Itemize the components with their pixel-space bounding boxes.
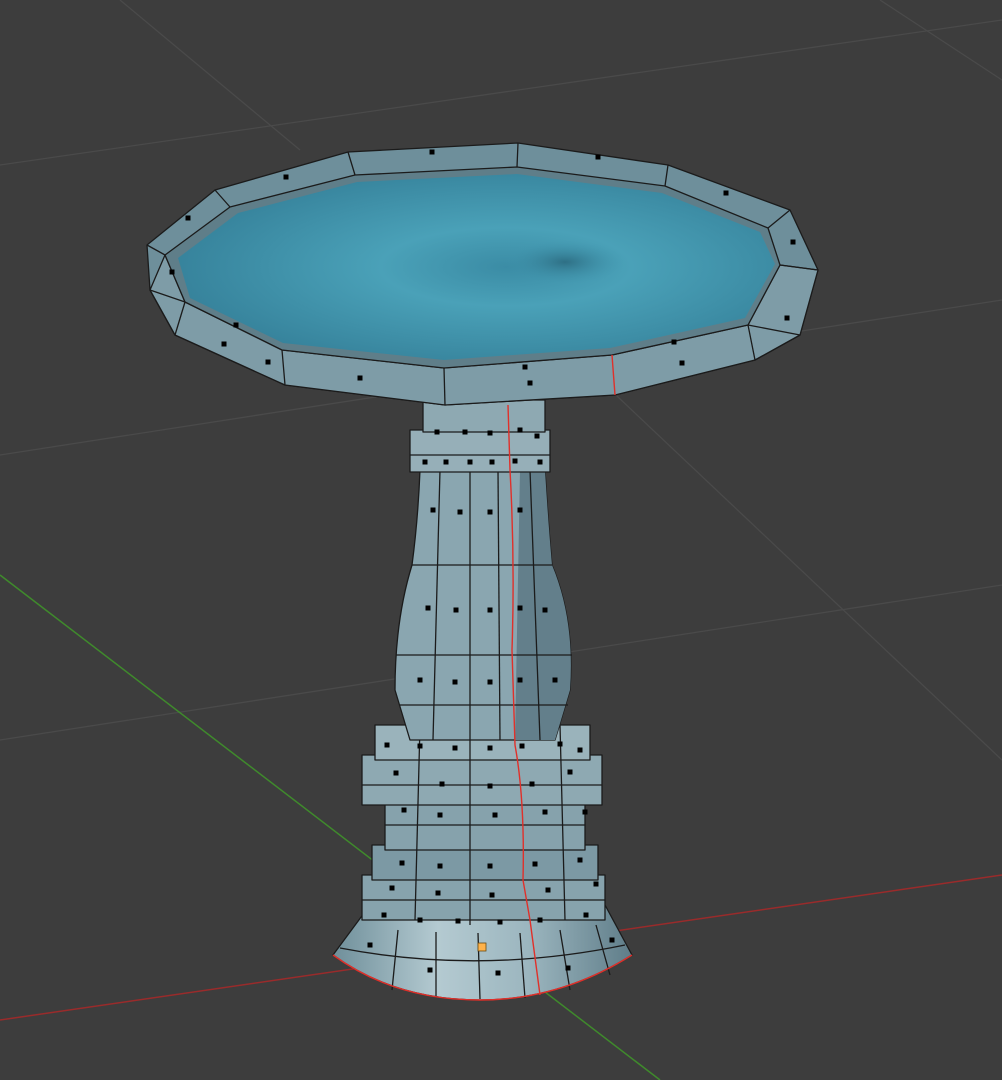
vertex[interactable]: [487, 509, 493, 515]
vertex[interactable]: [519, 743, 525, 749]
vertex[interactable]: [453, 607, 459, 613]
birdbath-mesh[interactable]: [146, 142, 819, 1001]
vertex[interactable]: [577, 857, 583, 863]
vertex[interactable]: [567, 769, 573, 775]
vertex[interactable]: [435, 890, 441, 896]
vertex[interactable]: [723, 190, 729, 196]
vertex[interactable]: [457, 509, 463, 515]
vertex[interactable]: [429, 149, 435, 155]
vertex[interactable]: [487, 430, 493, 436]
vertex[interactable]: [462, 429, 468, 435]
vertex[interactable]: [221, 341, 227, 347]
vertex[interactable]: [452, 679, 458, 685]
vertex[interactable]: [527, 380, 533, 386]
vertex[interactable]: [381, 912, 387, 918]
vertex[interactable]: [425, 605, 431, 611]
vertex[interactable]: [487, 607, 493, 613]
vertex[interactable]: [455, 918, 461, 924]
vertex[interactable]: [542, 607, 548, 613]
collar-upper[interactable]: [409, 429, 551, 473]
vertex[interactable]: [497, 919, 503, 925]
vertex[interactable]: [495, 970, 501, 976]
vertex[interactable]: [283, 174, 289, 180]
vertex[interactable]: [671, 339, 677, 345]
vertex[interactable]: [393, 770, 399, 776]
vertex[interactable]: [185, 215, 191, 221]
vertex[interactable]: [233, 322, 239, 328]
vertex[interactable]: [434, 429, 440, 435]
vertex[interactable]: [492, 812, 498, 818]
shaft-shadow: [515, 470, 571, 740]
vertex[interactable]: [487, 783, 493, 789]
water-dimple: [505, 240, 625, 284]
vertex[interactable]: [430, 507, 436, 513]
vertex[interactable]: [517, 427, 523, 433]
vertex[interactable]: [367, 942, 373, 948]
vertex[interactable]: [467, 459, 473, 465]
vertex[interactable]: [384, 742, 390, 748]
vertex[interactable]: [565, 965, 571, 971]
3d-viewport[interactable]: [0, 0, 1002, 1080]
vertex[interactable]: [489, 892, 495, 898]
vertex[interactable]: [422, 459, 428, 465]
vertex[interactable]: [517, 677, 523, 683]
vertex[interactable]: [517, 605, 523, 611]
vertex[interactable]: [542, 809, 548, 815]
vertex[interactable]: [522, 364, 528, 370]
vertex[interactable]: [417, 677, 423, 683]
vertex[interactable]: [577, 747, 583, 753]
vertex[interactable]: [582, 809, 588, 815]
vertex[interactable]: [545, 887, 551, 893]
active-vertex[interactable]: [477, 942, 487, 952]
vertex[interactable]: [452, 745, 458, 751]
vertex[interactable]: [529, 781, 535, 787]
vertex[interactable]: [790, 239, 796, 245]
vertex[interactable]: [583, 912, 589, 918]
vertex[interactable]: [609, 937, 615, 943]
vertex[interactable]: [427, 967, 433, 973]
vertex[interactable]: [557, 741, 563, 747]
vertex[interactable]: [593, 881, 599, 887]
vertex[interactable]: [265, 359, 271, 365]
vertex[interactable]: [437, 812, 443, 818]
vertex[interactable]: [512, 458, 518, 464]
vertex[interactable]: [487, 863, 493, 869]
vertex[interactable]: [784, 315, 790, 321]
vertex[interactable]: [534, 433, 540, 439]
vertex[interactable]: [552, 677, 558, 683]
vertex[interactable]: [357, 375, 363, 381]
lower-ring-1[interactable]: [361, 754, 603, 806]
vertex[interactable]: [487, 745, 493, 751]
vertex[interactable]: [401, 807, 407, 813]
viewport-canvas[interactable]: [0, 0, 1002, 1080]
vertex[interactable]: [487, 679, 493, 685]
vertex[interactable]: [443, 459, 449, 465]
vertex[interactable]: [679, 360, 685, 366]
lower-ring-3[interactable]: [361, 874, 606, 921]
vertex[interactable]: [389, 885, 395, 891]
vertex[interactable]: [517, 507, 523, 513]
vertex[interactable]: [417, 917, 423, 923]
vertex[interactable]: [399, 860, 405, 866]
vertex[interactable]: [537, 459, 543, 465]
vertex[interactable]: [417, 743, 423, 749]
vertex[interactable]: [489, 459, 495, 465]
vertex[interactable]: [537, 917, 543, 923]
vertex[interactable]: [437, 863, 443, 869]
vertex[interactable]: [439, 781, 445, 787]
vertex[interactable]: [169, 269, 175, 275]
vertex[interactable]: [532, 861, 538, 867]
vertex[interactable]: [595, 154, 601, 160]
